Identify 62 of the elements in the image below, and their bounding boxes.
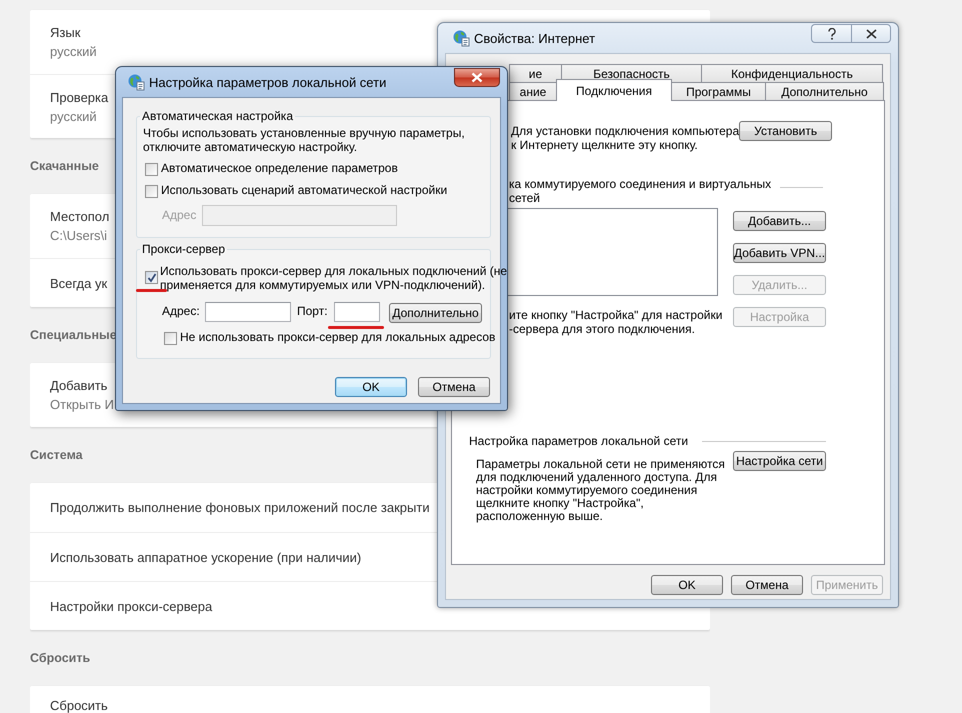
settings-row[interactable]: Сбросить [30, 686, 710, 713]
setting-value: C:\Users\i [50, 227, 108, 245]
section-heading: Специальные [30, 328, 117, 342]
section-heading: Сбросить [30, 651, 90, 665]
setting-value: русский [50, 108, 97, 126]
lan-description: Параметры локальной сети не применяются для подключений удаленного доступа. Для настройки коммутируемого соединения щелкните кнопку "Настройка", расположенную выше. [476, 458, 725, 523]
button[interactable]: Дополнительно [389, 303, 482, 323]
group-heading: Настройка параметров локальной сети [469, 434, 688, 448]
help-icon [826, 28, 836, 40]
close-icon [471, 72, 483, 83]
group-heading: Автоматическая настройка [141, 109, 294, 123]
checkbox[interactable] [164, 332, 177, 344]
globe-icon [453, 30, 470, 46]
button[interactable]: Добавить... [733, 211, 826, 231]
setting-title: Язык [50, 24, 80, 42]
button[interactable]: OK [651, 575, 723, 595]
checkbox[interactable] [145, 184, 158, 198]
setting-title: Проверка [50, 88, 108, 106]
checkbox-label: Автоматическое определение параметров [161, 162, 398, 176]
checkbox-label: Не использовать прокси-сервер для локальных адресов [180, 331, 496, 345]
button[interactable]: Отмена [418, 377, 490, 397]
button[interactable]: OK [335, 377, 407, 397]
button[interactable]: Установить [739, 121, 832, 141]
tab[interactable]: Подключения [556, 79, 672, 101]
button[interactable]: Отмена [731, 575, 803, 595]
setting-title: Местопол [50, 208, 110, 226]
help-button[interactable] [811, 24, 851, 43]
close-icon [866, 28, 876, 38]
address-field[interactable] [205, 302, 291, 322]
setting-title: Всегда ук [50, 274, 108, 292]
field-label: Порт: [297, 305, 329, 319]
setting-title: Добавить [50, 377, 108, 395]
globe-icon [128, 74, 145, 90]
group-heading: Прокси-сервер [141, 242, 226, 256]
setting-value: русский [50, 43, 97, 61]
window-title: Настройка параметров локальной сети [149, 74, 386, 90]
window-title: Свойства: Интернет [474, 30, 596, 46]
setup-text: Для установки подключения компьютера к Интернету щелкните эту кнопку. [511, 124, 740, 152]
tab[interactable]: Дополнительно [765, 82, 884, 100]
hint-text: ите кнопку "Настройка" для настройки -сервера для этого подключения. [509, 308, 722, 336]
tab[interactable]: ание [509, 82, 557, 100]
check-icon [146, 272, 156, 282]
field-label: Адрес [162, 208, 198, 222]
section-heading: Система [30, 448, 83, 462]
checkbox-label: Использовать сценарий автоматической настройки [161, 184, 448, 198]
setting-title: Сбросить [50, 697, 108, 713]
close-button[interactable] [851, 24, 891, 43]
checkbox-label: Использовать прокси-сервер для локальных подключений (не применяется для коммутируемых или VPN-подключений). [160, 265, 508, 292]
section-heading: Скачанные [30, 159, 99, 173]
field-label: Адрес: [162, 305, 201, 319]
setting-title: Настройки прокси-сервера [50, 598, 212, 616]
tab[interactable]: Конфиденциальность [701, 64, 883, 82]
checkbox[interactable] [145, 162, 158, 176]
setting-value: Открыть И [50, 396, 114, 414]
setting-title: Использовать аппаратное ускорение (при наличии) [50, 548, 362, 566]
tab[interactable]: ие [509, 64, 562, 82]
group-heading: ка коммутируемого соединения и виртуальных сетей [509, 177, 772, 205]
close-button[interactable] [454, 68, 500, 87]
button[interactable]: Добавить VPN... [733, 243, 826, 263]
button[interactable]: Настройка сети [733, 451, 826, 471]
auto-config-text: Чтобы использовать установленные вручную параметры, отключите автоматическую настройку. [143, 126, 466, 154]
tab[interactable]: Программы [671, 82, 766, 100]
